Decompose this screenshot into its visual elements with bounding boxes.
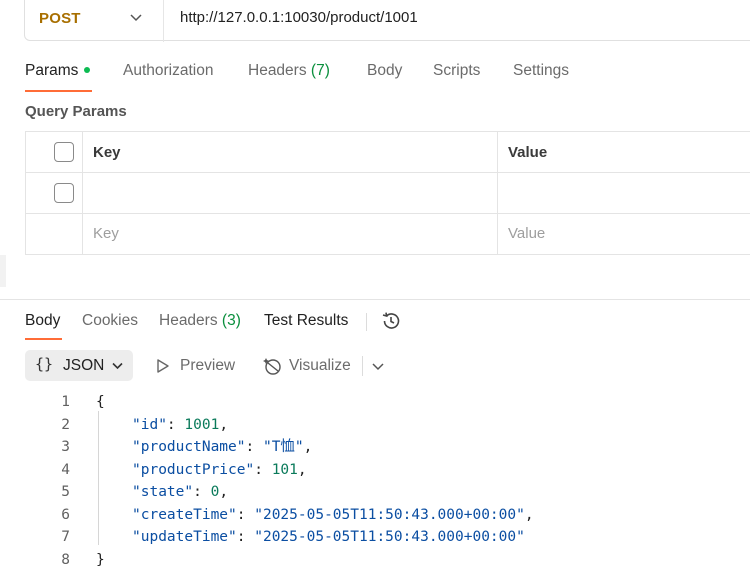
select-all-checkbox[interactable] — [54, 142, 74, 162]
chevron-down-icon[interactable] — [129, 10, 143, 24]
json-comma: , — [303, 439, 313, 455]
url-bar: POST http://127.0.0.1:10030/product/1001 — [24, 0, 750, 42]
line-number: 5 — [61, 484, 70, 500]
format-select[interactable]: {} JSON — [25, 350, 133, 381]
tab-response-headers-count: (3) — [221, 312, 241, 329]
json-value: "T恤" — [262, 439, 304, 455]
tab-headers-label: Headers — [248, 62, 307, 79]
table-row-new: Key Value — [26, 214, 750, 255]
code-text: "productPrice": 101, — [132, 459, 307, 481]
line-number: 7 — [61, 529, 70, 545]
active-tab-indicator — [25, 90, 92, 92]
json-comma: , — [297, 461, 307, 478]
tab-response-headers[interactable]: Headers (3) — [159, 312, 241, 330]
code-text: "id": 1001, — [132, 414, 228, 436]
play-icon — [157, 359, 169, 373]
side-strip — [0, 255, 6, 287]
preview-button[interactable]: Preview — [180, 357, 235, 375]
json-colon: : — [193, 484, 211, 500]
json-comma: , — [524, 506, 534, 523]
history-icon[interactable] — [380, 310, 402, 332]
tab-cookies[interactable]: Cookies — [82, 312, 138, 330]
tab-separator — [366, 313, 367, 331]
code-text: "updateTime": "2025-05-05T11:50:43.000+0… — [132, 526, 525, 548]
json-colon: : — [254, 461, 272, 478]
json-colon: : — [245, 439, 263, 455]
json-colon: : — [236, 529, 255, 545]
json-key: "state" — [132, 484, 194, 500]
line-number: 6 — [61, 506, 70, 523]
json-value: 101 — [271, 461, 298, 478]
line-number: 8 — [61, 551, 70, 568]
json-value: "2025-05-05T11:50:43.000+00:00" — [254, 506, 525, 523]
tab-authorization[interactable]: Authorization — [123, 62, 213, 80]
json-comma: , — [219, 484, 229, 500]
json-key: "id" — [132, 416, 167, 433]
json-colon: : — [166, 416, 185, 433]
column-divider — [497, 132, 498, 254]
tab-params-label: Params — [25, 62, 79, 79]
json-value: "2025-05-05T11:50:43.000+00:00" — [254, 529, 525, 545]
table-row — [26, 173, 750, 214]
json-key: "createTime" — [132, 506, 237, 523]
tab-body[interactable]: Body — [367, 62, 402, 80]
line-number: 4 — [61, 461, 70, 478]
tab-test-results[interactable]: Test Results — [264, 312, 348, 330]
table-header-row: Key Value — [26, 132, 750, 173]
tab-settings[interactable]: Settings — [513, 62, 569, 80]
pane-splitter[interactable] — [0, 299, 750, 300]
value-input[interactable]: Value — [508, 225, 545, 242]
tab-response-body[interactable]: Body — [25, 312, 60, 330]
chevron-down-icon — [112, 362, 123, 370]
json-value: 1001 — [184, 416, 220, 433]
key-column-header: Key — [93, 144, 121, 161]
row-checkbox[interactable] — [54, 183, 74, 203]
url-input[interactable]: http://127.0.0.1:10030/product/1001 — [180, 9, 418, 26]
value-column-header: Value — [508, 144, 548, 161]
query-params-title: Query Params — [25, 103, 127, 120]
code-text: } — [96, 551, 105, 568]
tab-headers[interactable]: Headers (7) — [248, 62, 330, 80]
chevron-down-icon[interactable] — [371, 359, 385, 373]
indent-guide — [98, 411, 99, 545]
json-value: 0 — [210, 484, 220, 500]
json-comma: , — [219, 416, 229, 433]
code-text: { — [96, 394, 105, 410]
format-label: JSON — [63, 357, 105, 374]
tab-headers-count: (7) — [310, 62, 330, 79]
tab-response-headers-label: Headers — [159, 312, 218, 329]
visualize-button[interactable]: Visualize — [289, 357, 351, 375]
json-colon: : — [236, 506, 255, 523]
line-number: 3 — [61, 439, 70, 455]
line-number: 2 — [61, 416, 70, 433]
tab-params[interactable]: Params — [25, 62, 91, 80]
query-params-table: Key Value Key Value — [25, 131, 750, 255]
active-response-tab-indicator — [25, 338, 62, 340]
json-key: "updateTime" — [132, 529, 237, 545]
key-input[interactable]: Key — [93, 225, 119, 242]
url-divider — [163, 0, 164, 42]
line-number: 1 — [61, 394, 70, 410]
code-text: "createTime": "2025-05-05T11:50:43.000+0… — [132, 504, 534, 526]
visualize-separator — [362, 356, 363, 376]
code-text: "productName": "T恤", — [132, 436, 312, 458]
code-text: "state": 0, — [132, 481, 228, 503]
json-key: "productName" — [132, 439, 246, 455]
tab-scripts[interactable]: Scripts — [433, 62, 480, 80]
visualize-icon — [263, 358, 281, 375]
braces-icon: {} — [35, 355, 54, 373]
json-key: "productPrice" — [132, 461, 255, 478]
active-dot-icon — [84, 66, 91, 73]
method-select[interactable]: POST — [39, 10, 81, 27]
column-divider — [82, 132, 83, 254]
